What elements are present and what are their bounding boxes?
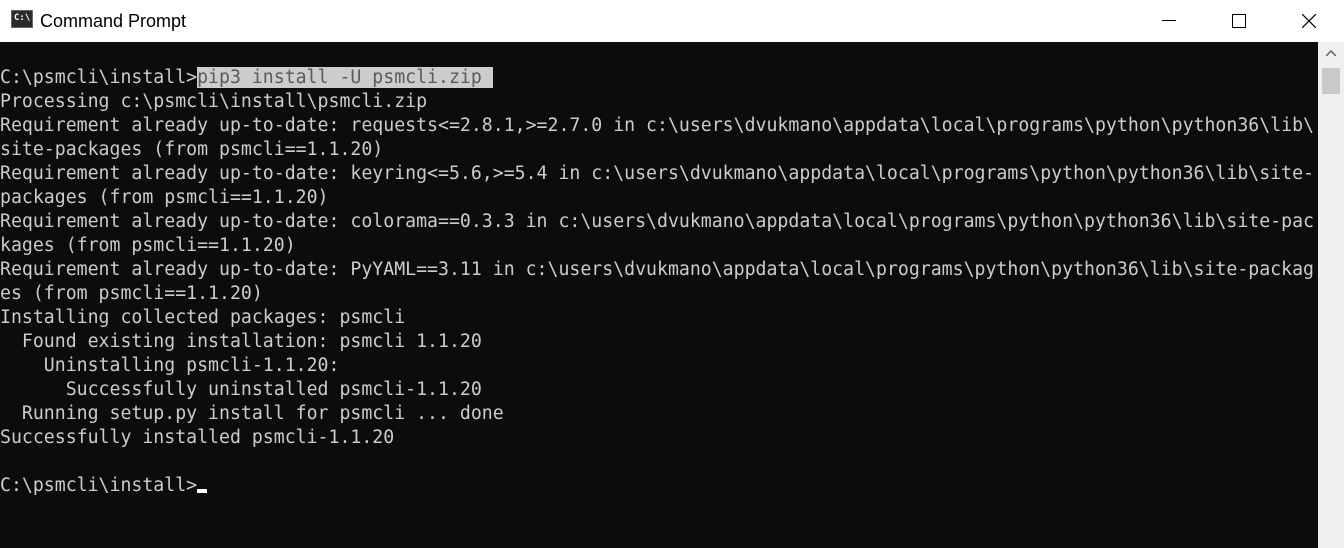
close-button[interactable] bbox=[1274, 0, 1344, 42]
output-line: kages (from psmcli==1.1.20) bbox=[0, 235, 296, 256]
chevron-up-icon bbox=[1326, 50, 1336, 56]
output-line: packages (from psmcli==1.1.20) bbox=[0, 187, 329, 208]
output-line: site-packages (from psmcli==1.1.20) bbox=[0, 139, 384, 160]
output-line: Requirement already up-to-date: keyring<… bbox=[0, 163, 1314, 184]
output-line: Found existing installation: psmcli 1.1.… bbox=[0, 331, 482, 352]
output-line: Uninstalling psmcli-1.1.20: bbox=[0, 355, 340, 376]
selected-command[interactable]: pip3 install -U psmcli.zip bbox=[197, 67, 493, 88]
console-output[interactable]: C:\psmcli\install>pip3 install -U psmcli… bbox=[0, 42, 1318, 548]
final-prompt-line[interactable]: C:\psmcli\install> bbox=[0, 474, 208, 498]
minimize-button[interactable] bbox=[1134, 0, 1204, 42]
output-line: es (from psmcli==1.1.20) bbox=[0, 283, 263, 304]
maximize-button[interactable] bbox=[1204, 0, 1274, 42]
command-prompt-window: C:\ Command Prompt C:\psmcli\install>pip… bbox=[0, 0, 1344, 548]
output-line: Requirement already up-to-date: requests… bbox=[0, 115, 1314, 136]
prompt: C:\psmcli\install> bbox=[0, 67, 198, 88]
minimize-icon bbox=[1162, 20, 1176, 21]
output-line: Requirement already up-to-date: PyYAML==… bbox=[0, 259, 1314, 280]
output-line: Processing c:\psmcli\install\psmcli.zip bbox=[0, 91, 428, 112]
text-cursor bbox=[197, 489, 208, 493]
window-title: Command Prompt bbox=[40, 11, 187, 31]
output-line: Successfully installed psmcli-1.1.20 bbox=[0, 427, 395, 448]
prompt: C:\psmcli\install> bbox=[0, 475, 198, 496]
scrollbar-thumb[interactable] bbox=[1322, 68, 1340, 94]
cmd-icon-text: C:\ bbox=[14, 13, 31, 23]
output-line: Running setup.py install for psmcli ... … bbox=[0, 403, 504, 424]
title-bar[interactable]: C:\ Command Prompt bbox=[0, 0, 1344, 42]
vertical-scrollbar[interactable] bbox=[1318, 42, 1344, 548]
scroll-up-button[interactable] bbox=[1318, 42, 1344, 68]
maximize-icon bbox=[1232, 14, 1246, 28]
output-line: Requirement already up-to-date: colorama… bbox=[0, 211, 1314, 232]
command-line: C:\psmcli\install>pip3 install -U psmcli… bbox=[0, 66, 493, 90]
close-icon bbox=[1302, 14, 1316, 28]
output-line: Successfully uninstalled psmcli-1.1.20 bbox=[0, 379, 482, 400]
output-line: Installing collected packages: psmcli bbox=[0, 307, 406, 328]
cmd-icon[interactable]: C:\ bbox=[11, 10, 33, 28]
